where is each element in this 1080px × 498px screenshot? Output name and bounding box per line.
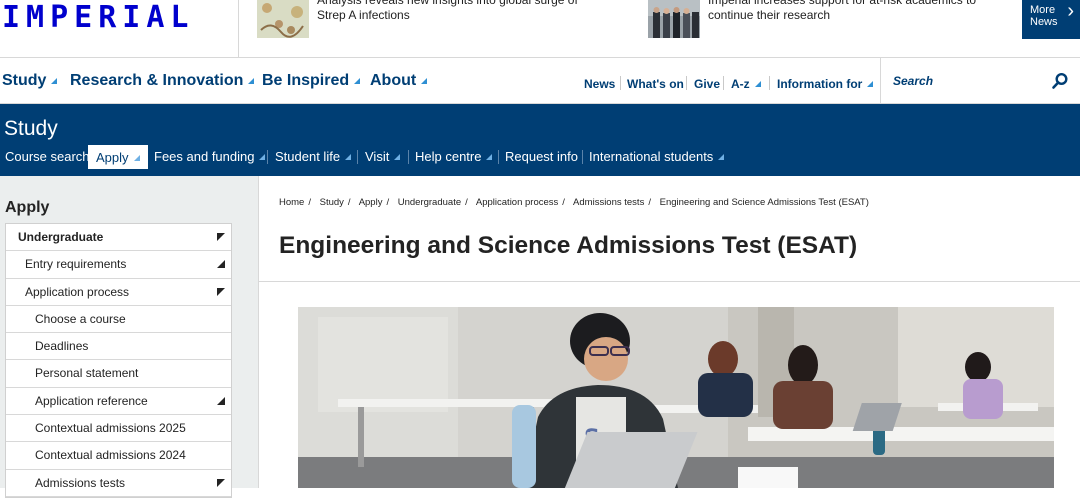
divider	[620, 76, 621, 90]
news-teaser-text: Imperial increases support for at-risk a…	[708, 0, 977, 22]
triangle-icon	[867, 81, 874, 87]
collapsed-triangle-icon	[217, 396, 225, 405]
nav-item-research-innovation[interactable]: Research & Innovation	[70, 72, 255, 90]
divider	[769, 76, 770, 90]
triangle-icon	[133, 155, 140, 161]
utility-link-a-z[interactable]: A-z	[731, 77, 761, 91]
section-nav-student-life[interactable]: Student life	[275, 149, 352, 164]
divider	[357, 150, 358, 164]
page-title: Engineering and Science Admissions Test …	[279, 232, 858, 259]
nav-item-study[interactable]: Study	[2, 72, 58, 90]
expanded-triangle-icon	[217, 287, 225, 296]
section-nav-help-centre[interactable]: Help centre	[415, 149, 493, 164]
section-nav-visit[interactable]: Visit	[365, 149, 401, 164]
students-studying-photo-icon: S	[298, 307, 1054, 488]
triangle-icon	[345, 154, 352, 160]
section-nav-fees-and-funding[interactable]: Fees and funding	[154, 149, 266, 164]
sidebar-menu: Undergraduate Entry requirements Applica…	[5, 223, 232, 498]
section-nav-request-info[interactable]: Request info	[505, 149, 578, 164]
divider	[686, 76, 687, 90]
section-nav-international-students[interactable]: International students	[589, 149, 725, 164]
breadcrumb-link[interactable]: Application process	[476, 197, 558, 208]
hero-image: S	[298, 307, 1054, 488]
sidebar-item-deadlines[interactable]: Deadlines	[6, 333, 231, 361]
group-photo-icon	[648, 0, 700, 38]
sidebar: Apply Undergraduate Entry requirements A…	[0, 176, 258, 498]
triangle-icon	[718, 154, 725, 160]
sidebar-item-personal-statement[interactable]: Personal statement	[6, 360, 231, 388]
bacteria-illustration-icon	[257, 0, 309, 38]
utility-link-information-for[interactable]: Information for	[777, 77, 874, 91]
breadcrumb-link[interactable]: Home	[279, 197, 304, 208]
sidebar-item-entry-requirements[interactable]: Entry requirements	[6, 251, 231, 279]
triangle-icon	[421, 78, 428, 84]
more-news-button[interactable]: More News ›	[1022, 0, 1080, 39]
nav-item-be-inspired[interactable]: Be Inspired	[262, 72, 361, 90]
collapsed-triangle-icon	[217, 260, 225, 269]
sidebar-item-contextual-admissions-2024[interactable]: Contextual admissions 2024	[6, 442, 231, 470]
triangle-icon	[486, 154, 493, 160]
breadcrumb-link[interactable]: Apply	[359, 197, 383, 208]
triangle-icon	[754, 81, 761, 87]
sidebar-item-choose-a-course[interactable]: Choose a course	[6, 306, 231, 334]
news-teaser-text: Analysis reveals new insights into globa…	[317, 0, 578, 22]
imperial-logo[interactable]: IMPERIAL	[2, 0, 195, 35]
breadcrumb: Home / Study / Apply / Undergraduate / Appli…	[279, 197, 869, 208]
section-title[interactable]: Study	[4, 117, 58, 141]
divider	[582, 150, 583, 164]
sidebar-item-undergraduate[interactable]: Undergraduate	[6, 224, 231, 252]
breadcrumb-link[interactable]: Undergraduate	[398, 197, 461, 208]
triangle-icon	[248, 78, 255, 84]
utility-link-give[interactable]: Give	[694, 77, 720, 91]
search-box	[880, 58, 1080, 103]
section-nav-course-search[interactable]: Course search	[5, 149, 90, 164]
triangle-icon	[394, 154, 401, 160]
section-nav-apply[interactable]: Apply	[88, 145, 148, 169]
search-input[interactable]	[893, 71, 1043, 91]
breadcrumb-link[interactable]: Study	[320, 197, 344, 208]
divider	[408, 150, 409, 164]
sidebar-item-application-reference[interactable]: Application reference	[6, 388, 231, 416]
news-teaser[interactable]: Analysis reveals new insights into globa…	[257, 0, 607, 38]
divider	[238, 0, 239, 58]
nav-item-about[interactable]: About	[370, 72, 428, 90]
expanded-triangle-icon	[217, 478, 225, 487]
breadcrumb-link[interactable]: Admissions tests	[573, 197, 644, 208]
expanded-triangle-icon	[217, 233, 225, 241]
sidebar-item-admissions-tests[interactable]: Admissions tests	[6, 470, 231, 497]
section-header: Study Course search Apply Fees and fundi…	[0, 104, 1080, 176]
divider	[259, 281, 1080, 282]
sidebar-item-contextual-admissions-2025[interactable]: Contextual admissions 2025	[6, 415, 231, 443]
divider	[267, 150, 268, 164]
main-content: Home / Study / Apply / Undergraduate / Appli…	[258, 176, 1080, 488]
search-icon[interactable]	[1051, 72, 1069, 90]
sidebar-item-application-process[interactable]: Application process	[6, 279, 231, 306]
divider	[498, 150, 499, 164]
main-navigation: Study Research & Innovation Be Inspired …	[0, 58, 1080, 104]
news-teaser[interactable]: Imperial increases support for at-risk a…	[648, 0, 998, 38]
triangle-icon	[259, 154, 266, 160]
triangle-icon	[354, 78, 361, 84]
divider	[723, 76, 724, 90]
breadcrumb-current: Engineering and Science Admissions Test …	[659, 197, 869, 208]
top-news-strip: IMPERIAL Analysis reveals new insights i…	[0, 0, 1080, 58]
triangle-icon	[51, 78, 58, 84]
chevron-right-icon: ›	[1067, 0, 1074, 22]
sidebar-heading[interactable]: Apply	[5, 199, 49, 217]
utility-link-news[interactable]: News	[584, 77, 615, 91]
utility-link-whats-on[interactable]: What's on	[627, 77, 684, 91]
